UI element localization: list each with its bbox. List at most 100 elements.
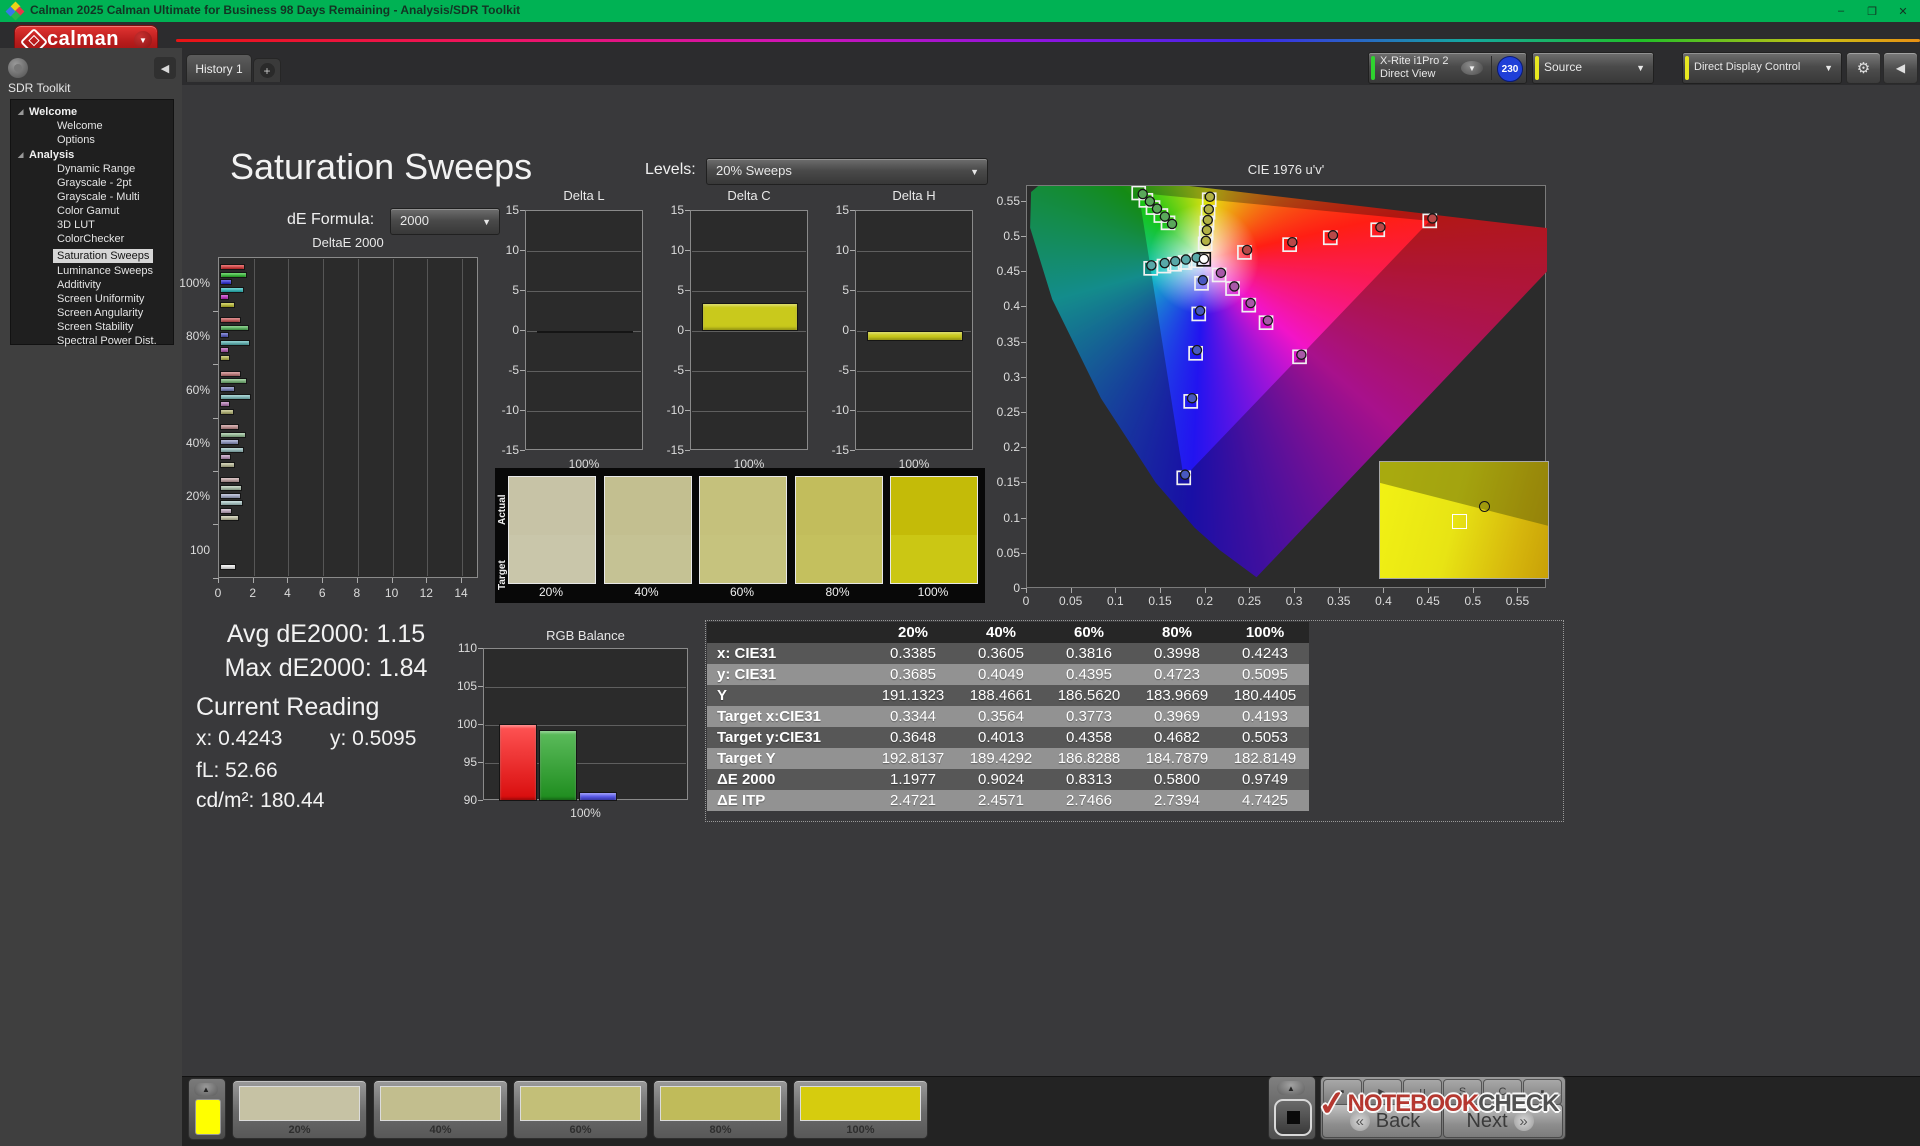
deltae-bar: [220, 500, 243, 507]
x-tick-label: 6: [318, 586, 326, 600]
sidebar-item-welcome[interactable]: Welcome: [11, 119, 173, 133]
sidebar-item-screen-uniformity[interactable]: Screen Uniformity: [11, 292, 173, 306]
meter-separator: [1491, 56, 1492, 80]
swatch-actual: [604, 477, 691, 535]
y-tick-label: -15: [831, 443, 849, 457]
measured-marker: [1144, 196, 1156, 207]
gridline: [692, 291, 806, 292]
reading-fl: fL: 52.66: [196, 759, 278, 782]
current-pattern-swatch[interactable]: [195, 1099, 221, 1135]
sidebar-item-screen-angularity[interactable]: Screen Angularity: [11, 306, 173, 320]
stop-panel: ▲: [1268, 1076, 1316, 1140]
sidebar-item-screen-stability[interactable]: Screen Stability: [11, 320, 173, 334]
axis-tick: [520, 330, 525, 331]
sidebar-item-spectral-power-dist-[interactable]: Spectral Power Dist.: [11, 334, 173, 348]
axis-tick: [1383, 588, 1385, 593]
pattern-up-button[interactable]: ▲: [194, 1083, 218, 1096]
tab-add-button[interactable]: +: [253, 58, 281, 82]
calman-menu-chevron[interactable]: ▼: [134, 31, 152, 49]
settings-button[interactable]: ⚙: [1846, 52, 1881, 84]
minimize-button[interactable]: –: [1826, 0, 1856, 22]
sidebar-collapse-button[interactable]: ◀: [154, 57, 176, 79]
row-label: x: CIE31: [707, 643, 869, 664]
tree-group-welcome[interactable]: ◢ Welcome: [11, 104, 173, 119]
sidebar-item-colorchecker[interactable]: ColorChecker: [11, 232, 173, 246]
meter-exposure-badge[interactable]: 230: [1497, 56, 1523, 82]
table-header-cell: 40%: [957, 622, 1045, 643]
formula-dropdown[interactable]: 2000 ▼: [390, 208, 500, 235]
table-cell: 189.4292: [957, 748, 1045, 769]
sidebar-item-options[interactable]: Options: [11, 133, 173, 147]
rgb-balance-title: RGB Balance: [546, 628, 625, 643]
workflow-tree: ◢ Welcome Welcome Options ◢ Analysis Dynamic R…: [10, 99, 174, 348]
measured-marker: [1197, 274, 1209, 286]
measured-marker: [1262, 315, 1274, 326]
sidebar-item-3d-lut[interactable]: 3D LUT: [11, 218, 173, 232]
sidebar-item-grayscale-2pt[interactable]: Grayscale - 2pt: [11, 176, 173, 190]
pattern-button-20%[interactable]: 20%: [232, 1080, 367, 1139]
y-tick-label: 15: [505, 203, 519, 217]
axis-tick: [1021, 412, 1026, 413]
table-cell: 188.4661: [957, 685, 1045, 706]
x-tick-label: 14: [454, 586, 468, 600]
row-label: Y: [707, 685, 869, 706]
sidebar-item-dynamic-range[interactable]: Dynamic Range: [11, 162, 173, 176]
table-cell: 0.5800: [1133, 769, 1221, 790]
watermark-check-text: CHECK: [1478, 1090, 1559, 1117]
source-dropdown[interactable]: Source ▼: [1532, 52, 1654, 84]
pattern-button-100%[interactable]: 100%: [793, 1080, 928, 1139]
swatch-20%: [508, 476, 596, 584]
gridline: [288, 259, 290, 576]
tree-group-analysis[interactable]: ◢ Analysis: [11, 147, 173, 162]
row-label: Target y:CIE31: [707, 727, 869, 748]
tab-history-1[interactable]: History 1: [186, 54, 252, 82]
pattern-button-80%[interactable]: 80%: [653, 1080, 788, 1139]
axis-tick: [1204, 588, 1206, 593]
target-row-label: Target: [497, 560, 508, 590]
source-chevron-icon: ▼: [1636, 63, 1645, 73]
axis-tick: [478, 724, 483, 725]
cie-x-tick-label: 0.15: [1148, 594, 1172, 608]
workflow-radio-button[interactable]: [8, 58, 28, 78]
delta_l-bar: [537, 331, 633, 333]
sidebar-item-saturation-sweeps[interactable]: Saturation Sweeps: [53, 249, 154, 263]
cie-x-tick-label: 0.35: [1327, 594, 1351, 608]
collapse-panel-button[interactable]: ◀: [1883, 52, 1918, 84]
axis-tick: [850, 450, 855, 451]
measured-marker: [1191, 344, 1203, 356]
stop-up-button[interactable]: ▲: [1277, 1081, 1305, 1095]
pattern-color: [239, 1086, 360, 1121]
deltae-bar: [220, 439, 240, 446]
axis-tick: [478, 686, 483, 687]
table-cell: 191.1323: [869, 685, 957, 706]
close-button[interactable]: ✕: [1888, 0, 1918, 22]
swatch-40%: [603, 476, 692, 584]
formula-label: dE Formula:: [287, 211, 375, 228]
display-control-dropdown[interactable]: Direct Display Control ▼: [1682, 52, 1842, 84]
swatch-actual: [700, 477, 786, 535]
x-tick-label: 2: [249, 586, 257, 600]
axis-tick: [478, 762, 483, 763]
swatch-target: [795, 535, 882, 583]
swatch-label: 60%: [729, 585, 755, 599]
deltae-bar: [220, 454, 232, 461]
levels-dropdown[interactable]: 20% Sweeps ▼: [706, 158, 988, 185]
cie-y-tick-label: 0.4: [1003, 299, 1020, 314]
deltae-bar: [220, 408, 234, 415]
cie-x-tick-label: 0.25: [1237, 594, 1262, 608]
sidebar-item-grayscale-multi[interactable]: Grayscale - Multi: [11, 190, 173, 204]
stop-button[interactable]: [1274, 1099, 1312, 1136]
sidebar-title: SDR Toolkit: [8, 81, 71, 95]
gridline: [692, 331, 806, 332]
sidebar-item-color-gamut[interactable]: Color Gamut: [11, 204, 173, 218]
y-tick-label: 95: [463, 755, 477, 769]
axis-tick: [1160, 588, 1162, 593]
pattern-button-40%[interactable]: 40%: [373, 1080, 508, 1139]
maximize-button[interactable]: ❐: [1857, 0, 1887, 22]
pattern-button-60%[interactable]: 60%: [513, 1080, 648, 1139]
cie-y-tick-label: 0.3: [1003, 369, 1020, 384]
sidebar-item-luminance-sweeps[interactable]: Luminance Sweeps: [11, 264, 173, 278]
sidebar-item-additivity[interactable]: Additivity: [11, 278, 173, 292]
meter-dropdown[interactable]: X-Rite i1Pro 2 Direct View ▼ 230: [1368, 52, 1527, 84]
cie-1976-chart: [1026, 185, 1549, 588]
